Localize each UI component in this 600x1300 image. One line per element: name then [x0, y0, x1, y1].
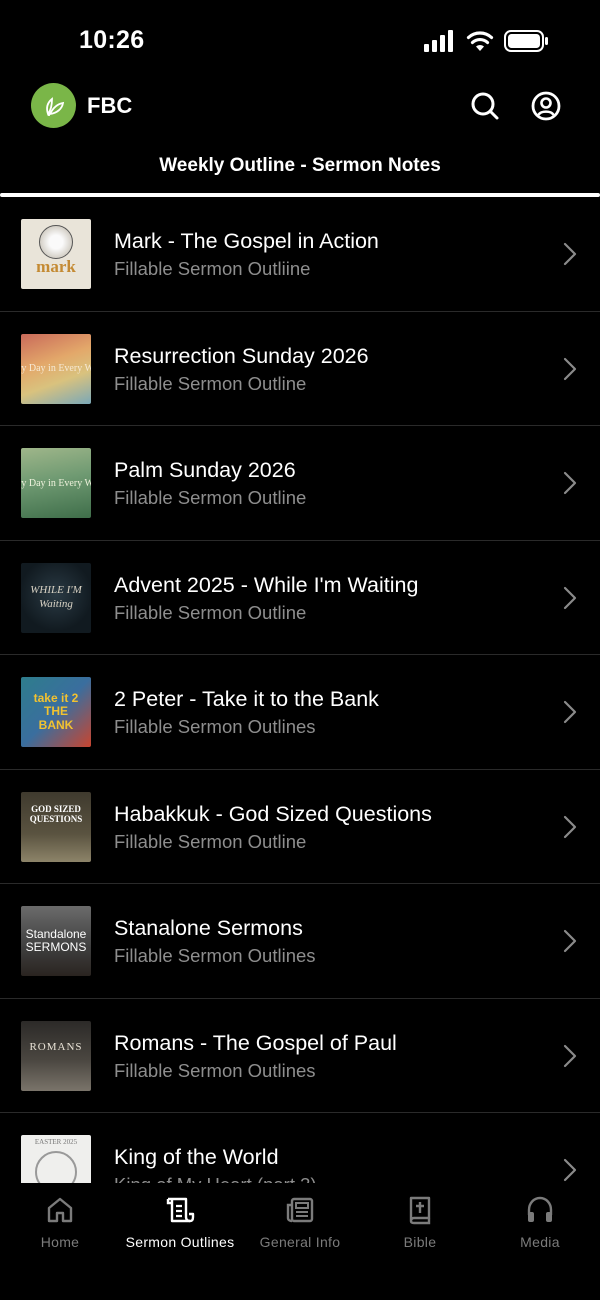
- search-icon: [471, 92, 499, 120]
- item-subtitle: Fillable Sermon Outline: [114, 372, 307, 394]
- wifi-icon: [466, 31, 494, 51]
- tab-label: General Info: [259, 1234, 341, 1250]
- list-item[interactable]: Standalone SERMONS Stanalone Sermons Fil…: [0, 884, 600, 999]
- tab-bible[interactable]: Bible: [360, 1183, 480, 1300]
- scroll-icon: [166, 1197, 195, 1223]
- item-subtitle: Fillable Sermon Outline: [114, 487, 307, 508]
- status-bar: 10:26: [0, 0, 600, 80]
- chevron-right-icon: [563, 1044, 577, 1067]
- item-title: Romans - The Gospel of Paul: [114, 1030, 397, 1055]
- account-button[interactable]: [531, 91, 561, 121]
- cellular-signal-icon: [424, 30, 453, 52]
- thumbnail-image: WHILE I'M Waiting: [21, 562, 91, 633]
- list-item[interactable]: take it 2 THE BANK 2 Peter - Take it to …: [0, 655, 600, 770]
- bible-icon: [409, 1196, 431, 1225]
- thumbnail-image: GOD SIZED QUESTIONS: [21, 791, 91, 862]
- sermon-list[interactable]: mark Mark - The Gospel in Action Fillabl…: [0, 197, 600, 1183]
- status-icons: [424, 30, 548, 52]
- thumbnail-image: ry Day in Every W: [21, 448, 91, 518]
- thumbnail-image: mark: [21, 219, 91, 289]
- list-item[interactable]: GOD SIZED QUESTIONS Habakkuk - God Sized…: [0, 770, 600, 884]
- chevron-right-icon: [563, 471, 577, 495]
- item-title: Palm Sunday 2026: [114, 458, 296, 482]
- leaf-logo-icon[interactable]: [31, 83, 76, 128]
- item-title: 2 Peter - Take it to the Bank: [114, 687, 379, 711]
- item-subtitle: Fillable Sermon Outliine: [114, 258, 311, 279]
- chevron-right-icon: [563, 1158, 577, 1182]
- tab-general-info[interactable]: General Info: [240, 1183, 360, 1300]
- chevron-right-icon: [563, 815, 577, 838]
- tab-label: Bible: [403, 1234, 437, 1250]
- thumbnail-image: Standalone SERMONS: [21, 906, 91, 976]
- chevron-right-icon: [563, 929, 577, 953]
- tab-label: Home: [40, 1234, 80, 1250]
- item-subtitle: Fillable Sermon Outline: [114, 830, 307, 852]
- item-title: Mark - The Gospel in Action: [114, 229, 379, 253]
- thumbnail-image: ROMANS: [21, 1020, 91, 1091]
- chevron-right-icon: [563, 700, 577, 724]
- list-item[interactable]: ry Day in Every W Palm Sunday 2026 Filla…: [0, 426, 600, 541]
- tab-home[interactable]: Home: [0, 1183, 120, 1300]
- headphones-icon: [527, 1196, 553, 1222]
- list-item[interactable]: EASTER 2025 King of the World King of My…: [0, 1113, 600, 1183]
- news-icon: [286, 1197, 314, 1223]
- account-icon: [531, 91, 561, 121]
- search-button[interactable]: [470, 91, 500, 121]
- item-title: Habakkuk - God Sized Questions: [114, 801, 432, 826]
- item-title: Resurrection Sunday 2026: [114, 343, 369, 368]
- tab-media[interactable]: Media: [480, 1183, 600, 1300]
- app-name: FBC: [87, 93, 133, 118]
- list-item[interactable]: ry Day in Every W Resurrection Sunday 20…: [0, 312, 600, 426]
- item-subtitle: King of My Heart (part 3): [114, 1174, 317, 1183]
- chevron-right-icon: [563, 586, 577, 609]
- thumbnail-image: take it 2 THE BANK: [21, 677, 91, 747]
- page-title: Weekly Outline - Sermon Notes: [159, 155, 441, 176]
- tab-bar: Home Sermon Outlines General Info Bible: [0, 1183, 600, 1300]
- battery-icon: [504, 30, 548, 52]
- item-subtitle: Fillable Sermon Outline: [114, 601, 307, 623]
- thumbnail-image: EASTER 2025: [21, 1135, 91, 1183]
- tab-sermon-outlines[interactable]: Sermon Outlines: [120, 1183, 240, 1300]
- tab-label: Media: [520, 1234, 560, 1250]
- item-subtitle: Fillable Sermon Outlines: [114, 1059, 316, 1081]
- item-title: Advent 2025 - While I'm Waiting: [114, 572, 419, 597]
- app-header: FBC: [0, 80, 600, 132]
- thumbnail-image: ry Day in Every W: [21, 333, 91, 404]
- list-item[interactable]: ROMANS Romans - The Gospel of Paul Filla…: [0, 999, 600, 1113]
- list-item[interactable]: mark Mark - The Gospel in Action Fillabl…: [0, 197, 600, 312]
- list-item[interactable]: WHILE I'M Waiting Advent 2025 - While I'…: [0, 541, 600, 655]
- item-title: Stanalone Sermons: [114, 916, 303, 940]
- item-subtitle: Fillable Sermon Outlines: [114, 716, 316, 737]
- item-title: King of the World: [114, 1145, 279, 1169]
- chevron-right-icon: [563, 357, 577, 380]
- item-subtitle: Fillable Sermon Outlines: [114, 945, 316, 966]
- chevron-right-icon: [563, 242, 577, 266]
- status-time: 10:26: [79, 26, 145, 54]
- home-icon: [47, 1197, 73, 1223]
- tab-label: Sermon Outlines: [125, 1234, 235, 1250]
